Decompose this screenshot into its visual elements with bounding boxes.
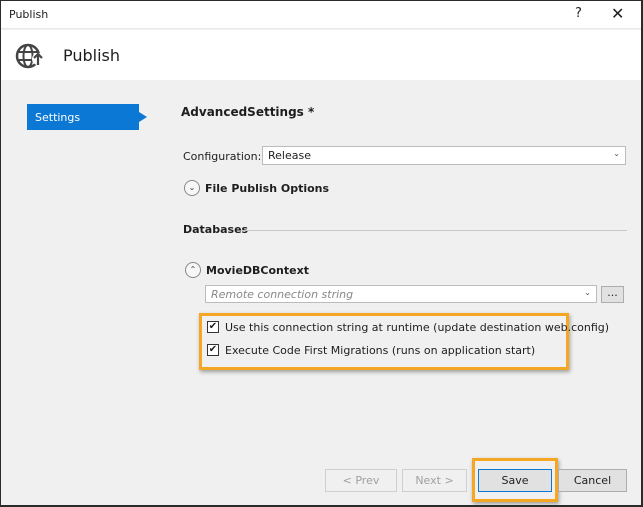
section-title: AdvancedSettings * <box>181 105 315 119</box>
close-button[interactable]: ✕ <box>611 4 624 23</box>
divider <box>241 230 627 231</box>
browse-button[interactable]: ... <box>601 286 624 303</box>
configuration-value: Release <box>268 149 311 162</box>
chevron-down-icon: ⌄ <box>584 288 591 297</box>
execute-migrations-label[interactable]: Execute Code First Migrations (runs on a… <box>225 344 535 357</box>
cancel-button[interactable]: Cancel <box>558 469 627 492</box>
db-context-label: MovieDBContext <box>206 264 309 277</box>
help-button[interactable]: ? <box>575 6 582 21</box>
configuration-select[interactable]: Release ⌄ <box>262 146 626 165</box>
prev-button[interactable]: < Prev <box>325 469 397 492</box>
databases-label: Databases <box>183 223 249 236</box>
collapse-db-context-button[interactable]: ⌃ <box>185 262 201 278</box>
file-publish-options-label[interactable]: File Publish Options <box>205 182 329 195</box>
window-title: Publish <box>9 8 49 21</box>
sidebar-item-settings[interactable]: Settings <box>27 104 147 130</box>
connection-placeholder: Remote connection string <box>211 288 354 301</box>
title-bar: Publish ? ✕ <box>1 1 641 29</box>
use-connection-string-checkbox[interactable]: ✔ <box>207 321 219 333</box>
page-title: Publish <box>63 46 121 65</box>
chevron-down-icon: ⌄ <box>613 149 620 158</box>
connection-string-input[interactable]: Remote connection string ⌄ <box>205 285 597 303</box>
publish-dialog: Publish ? ✕ Publish Settings AdvancedSet… <box>1 1 641 505</box>
execute-migrations-checkbox[interactable]: ✔ <box>207 344 219 356</box>
header: Publish <box>1 30 641 80</box>
expand-file-publish-button[interactable]: ⌄ <box>184 180 200 196</box>
configuration-label: Configuration: <box>183 150 262 163</box>
globe-upload-icon <box>15 43 44 69</box>
next-button[interactable]: Next > <box>402 469 467 492</box>
use-connection-string-label[interactable]: Use this connection string at runtime (u… <box>225 321 609 334</box>
save-button[interactable]: Save <box>478 469 552 492</box>
sidebar-item-label: Settings <box>35 111 81 124</box>
